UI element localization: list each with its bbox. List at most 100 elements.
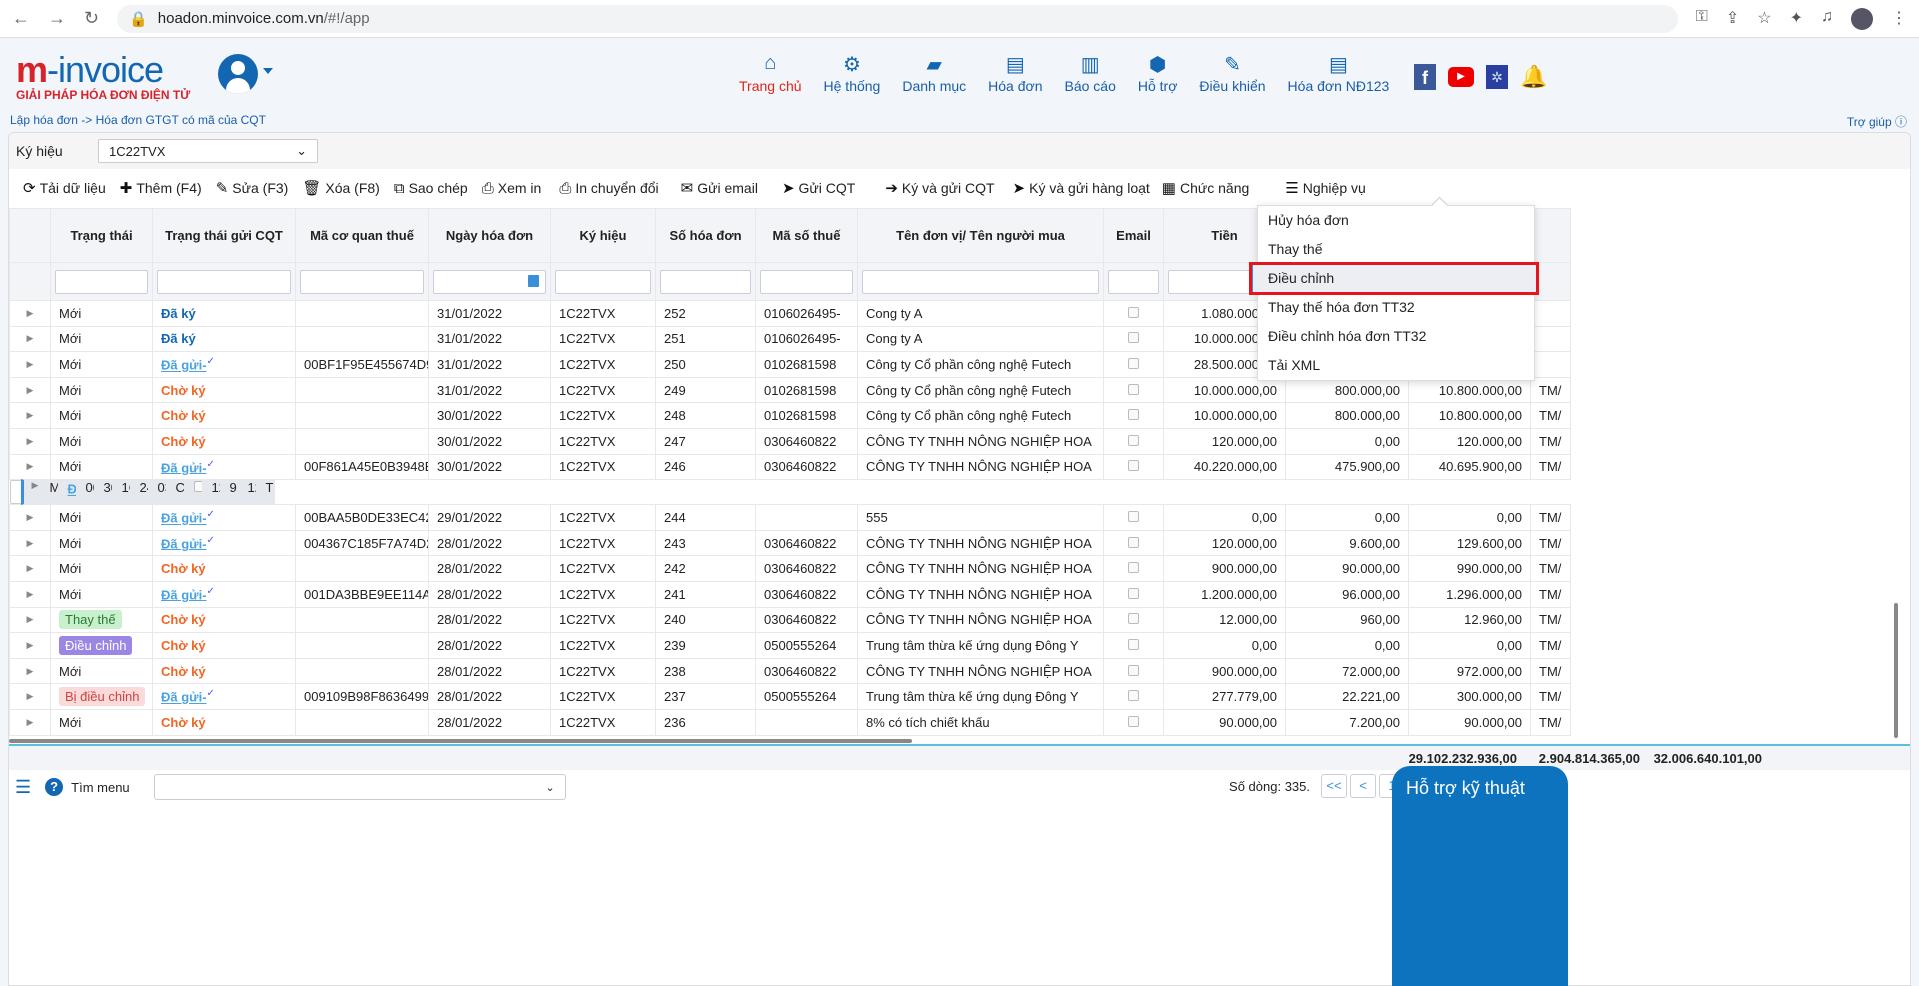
nav-item[interactable]: ▰ Danh mục (891, 52, 977, 94)
page-button[interactable]: < (1350, 774, 1376, 798)
column-header[interactable]: Tên đơn vị/ Tên người mua (857, 208, 1104, 263)
facebook-icon[interactable]: f (1414, 64, 1436, 90)
column-header[interactable]: Trạng thái (50, 208, 153, 263)
toolbar-button[interactable]: ➔ Ký và gửi CQT (885, 179, 994, 197)
table-row[interactable]: ▶ Mới Chờ ký 31/01/2022 1C22TVX 249 0102681598… (9, 376, 1571, 404)
email-checkbox[interactable] (1128, 383, 1139, 395)
email-checkbox[interactable] (1128, 434, 1139, 446)
menu-item[interactable]: Tải XML (1258, 351, 1534, 380)
table-row[interactable]: ▶ Mới Chờ ký 30/01/2022 1C22TVX 248 0102681598… (9, 402, 1571, 429)
expand-row-icon[interactable]: ▶ (9, 555, 51, 582)
expand-row-icon[interactable]: ▶ (9, 376, 51, 404)
profile-avatar[interactable] (1851, 7, 1873, 30)
symbol-select[interactable]: 1C22TVX ⌄ (98, 139, 318, 163)
share-icon[interactable]: ⇪ (1726, 8, 1739, 30)
email-checkbox[interactable] (1128, 306, 1139, 318)
menu-search-select[interactable]: ⌄ (153, 774, 566, 800)
address-bar[interactable]: 🔒 hoadon.minvoice.com.vn/#!/app (117, 4, 1678, 33)
key-icon[interactable]: ⚿ (1696, 8, 1708, 30)
column-filter-input[interactable] (157, 269, 291, 294)
star-icon[interactable]: ☆ (1757, 8, 1771, 30)
expand-row-icon[interactable]: ▶ (9, 657, 51, 685)
email-checkbox[interactable] (1128, 562, 1139, 574)
toolbar-button[interactable]: ➤ Gửi CQT (782, 179, 855, 197)
extensions-icon[interactable]: ✦ (1790, 8, 1803, 30)
toolbar-button[interactable]: ⧉ Sao chép (394, 180, 468, 197)
cqt-status[interactable]: Đã gửi- (161, 358, 207, 373)
menu-item[interactable]: Thay thế hóa đơn TT32 (1258, 293, 1534, 322)
cqt-status[interactable]: Đã gửi- (68, 482, 76, 497)
support-button[interactable]: Hỗ trợ kỹ thuật (1392, 766, 1568, 986)
cqt-status[interactable]: Đã gửi- (161, 536, 207, 551)
menu-item[interactable]: Điều chỉnh (1249, 262, 1539, 295)
toolbar-button[interactable]: ⎙ In chuyển đổi (559, 180, 658, 197)
column-header[interactable] (1530, 208, 1571, 263)
question-icon[interactable]: ? (45, 778, 64, 796)
toolbar-button[interactable]: ➤ Ký và gửi hàng loạt (1013, 179, 1150, 197)
more-icon[interactable]: ⋮ (1891, 8, 1907, 30)
expand-row-icon[interactable]: ▶ (9, 529, 51, 557)
table-row[interactable]: ▶ Bị điều chỉnh Đã gửi-✓ 009109B98F8636499 2… (9, 683, 1571, 710)
email-checkbox[interactable] (1128, 587, 1139, 599)
expand-row-icon[interactable]: ▶ (9, 325, 51, 353)
table-row[interactable]: ▶ Mới Đã gửi-✓ 004367C185F7A74D2 28/01/2022 1… (9, 529, 1571, 557)
email-checkbox[interactable] (1128, 613, 1139, 625)
column-filter-input[interactable] (660, 269, 751, 294)
expand-row-icon[interactable]: ▶ (9, 453, 51, 481)
toolbar-button[interactable]: ✉ Gửi email (681, 179, 758, 197)
youtube-icon[interactable]: ▶ (1448, 67, 1474, 87)
table-row[interactable]: ▶MớiĐã gửi-✓00E096D25DD65043930/01/20221… (9, 479, 275, 505)
toolbar-button[interactable]: ✎ Sửa (F3) (216, 179, 289, 197)
vertical-scrollbar[interactable] (1894, 603, 1898, 738)
column-header[interactable]: Mã số thuế (755, 208, 858, 263)
table-row[interactable]: ▶ Điều chỉnh Chờ ký 28/01/2022 1C22TVX 239 050… (9, 632, 1571, 659)
table-row[interactable]: ▶ Mới Chờ ký 28/01/2022 1C22TVX 236 8% có tích… (9, 708, 1571, 736)
nav-item[interactable]: ⚙ Hệ thống (813, 52, 892, 94)
nav-item[interactable]: ⬢ Hỗ trợ (1127, 52, 1189, 94)
toolbar-button[interactable]: ▦ Chức năng (1162, 179, 1250, 197)
horizontal-scrollbar[interactable] (9, 739, 912, 743)
nav-item[interactable]: ▤ Hóa đơn (977, 52, 1053, 94)
expand-row-icon[interactable]: ▶ (9, 580, 51, 608)
expand-row-icon[interactable]: ▶ (9, 300, 51, 327)
column-filter-input[interactable] (555, 269, 651, 294)
email-checkbox[interactable] (1128, 536, 1139, 548)
cqt-status[interactable]: Đã gửi- (161, 690, 207, 705)
email-checkbox[interactable] (1128, 357, 1139, 369)
expand-row-icon[interactable]: ▶ (9, 632, 51, 659)
column-filter-input[interactable] (433, 269, 546, 294)
expand-row-icon[interactable]: ▶ (20, 479, 41, 505)
nav-item[interactable]: ✎ Điều khiển (1188, 52, 1276, 94)
email-checkbox[interactable] (1128, 664, 1139, 676)
expand-row-icon[interactable]: ▶ (9, 708, 51, 736)
logo[interactable]: m-invoice GIẢI PHÁP HÓA ĐƠN ĐIỆN TỬ (16, 52, 190, 103)
email-checkbox[interactable] (1128, 409, 1139, 421)
nav-item[interactable]: ▥ Báo cáo (1053, 52, 1126, 94)
bell-icon[interactable]: 🔔 (1520, 64, 1547, 90)
column-header[interactable] (9, 208, 51, 263)
menu-item[interactable]: Hủy hóa đơn (1258, 206, 1534, 235)
expand-row-icon[interactable]: ▶ (9, 351, 51, 378)
table-row[interactable]: ▶ Thay thế Chờ ký 28/01/2022 1C22TVX 240 03064… (9, 606, 1571, 634)
toolbar-button[interactable]: ⎙ Xem in (482, 180, 542, 197)
column-filter-input[interactable] (760, 269, 853, 294)
column-filter-input[interactable] (300, 269, 424, 294)
table-row[interactable]: ▶ Mới Chờ ký 28/01/2022 1C22TVX 238 0306460822… (9, 657, 1571, 685)
nav-item[interactable]: ⌂ Trang chủ (728, 52, 813, 94)
email-checkbox[interactable] (1128, 510, 1139, 522)
email-checkbox[interactable] (1128, 638, 1139, 650)
expand-row-icon[interactable]: ▶ (9, 427, 51, 455)
table-row[interactable]: ▶ Mới Chờ ký 30/01/2022 1C22TVX 247 0306460822… (9, 427, 1571, 455)
column-filter-input[interactable] (55, 269, 148, 294)
email-checkbox[interactable] (1128, 332, 1139, 344)
cqt-status[interactable]: Đã gửi- (161, 511, 207, 526)
menu-item[interactable]: Thay thế (1258, 235, 1534, 264)
toolbar-button[interactable]: ✚ Thêm (F4) (120, 179, 202, 197)
column-header[interactable]: Ký hiệu (550, 208, 656, 263)
column-filter-input[interactable] (1108, 269, 1159, 294)
toolbar-button[interactable]: ⟳ Tải dữ liệu (23, 179, 106, 197)
calendar-icon[interactable] (528, 274, 539, 287)
page-button[interactable]: << (1321, 774, 1347, 798)
email-checkbox[interactable] (1128, 690, 1139, 702)
email-checkbox[interactable] (193, 481, 202, 493)
